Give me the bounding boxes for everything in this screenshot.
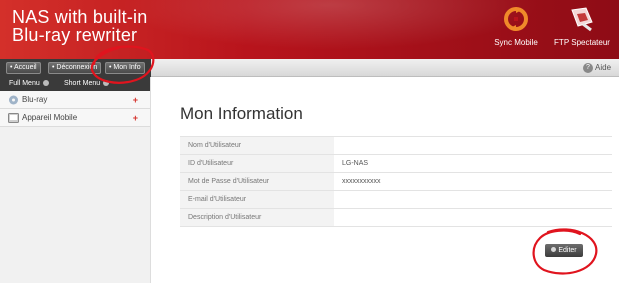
row-label: Description d'Utilisateur — [180, 209, 334, 226]
top-toolbar: • Accueil • Déconnexion • Mon Info ? Aide — [0, 59, 619, 77]
table-row: E-mail d'Utilisateur — [180, 191, 612, 209]
row-value: LG-NAS — [342, 160, 369, 167]
top-nav: • Accueil • Déconnexion • Mon Info — [0, 59, 151, 77]
row-value: xxxxxxxxxxx — [342, 178, 381, 185]
page-title: Mon Information — [180, 104, 303, 123]
ftp-viewer-icon — [571, 7, 593, 32]
disc-icon — [9, 95, 18, 105]
row-label: Nom d'Utilisateur — [180, 137, 334, 154]
sidebar-item-mobile-device[interactable]: Appareil Mobile + — [0, 109, 150, 127]
bullet-icon — [551, 247, 557, 253]
menu-tabs: Full Menu Short Menu — [0, 77, 150, 91]
table-row: Nom d'Utilisateur — [180, 137, 612, 155]
sidebar-item-label: Appareil Mobile — [22, 113, 78, 122]
ftp-viewer-label: FTP Spectateur — [554, 38, 610, 47]
row-label: ID d'Utilisateur — [180, 155, 334, 172]
expand-icon[interactable]: + — [133, 91, 138, 109]
home-link[interactable]: • Accueil — [6, 62, 41, 74]
help-label: Aide — [595, 63, 612, 72]
expand-icon[interactable]: + — [133, 109, 138, 127]
sync-icon — [504, 7, 528, 31]
ftp-viewer-button[interactable]: FTP Spectateur — [549, 6, 615, 54]
app-title-line1: NAS with built-in — [12, 7, 148, 27]
row-label: E-mail d'Utilisateur — [180, 191, 334, 208]
sync-mobile-button[interactable]: Sync Mobile — [488, 6, 544, 54]
edit-button[interactable]: Editer — [545, 244, 583, 257]
mobile-device-icon — [8, 113, 19, 123]
sync-mobile-label: Sync Mobile — [494, 38, 538, 47]
logout-link[interactable]: • Déconnexion — [48, 62, 102, 74]
radio-dot-icon — [42, 79, 49, 86]
tab-full-menu[interactable]: Full Menu — [9, 77, 49, 91]
table-row: ID d'Utilisateur LG-NAS — [180, 155, 612, 173]
tab-full-menu-label: Full Menu — [9, 80, 40, 87]
radio-dot-icon — [103, 79, 110, 86]
table-row: Mot de Passe d'Utilisateur xxxxxxxxxxx — [180, 173, 612, 191]
user-info-table: Nom d'Utilisateur ID d'Utilisateur LG-NA… — [180, 136, 612, 227]
tab-short-menu-label: Short Menu — [64, 80, 101, 87]
row-label: Mot de Passe d'Utilisateur — [180, 173, 334, 190]
sidebar-item-blu-ray[interactable]: Blu-ray + — [0, 91, 150, 109]
my-info-link[interactable]: • Mon Info — [105, 62, 145, 74]
app-header: NAS with built-in Blu-ray rewriter Sync … — [0, 0, 619, 59]
tab-short-menu[interactable]: Short Menu — [64, 77, 110, 91]
edit-button-label: Editer — [558, 247, 577, 254]
sidebar-item-label: Blu-ray — [22, 95, 48, 104]
app-title: NAS with built-in Blu-ray rewriter — [12, 8, 232, 44]
app-title-line2: Blu-ray rewriter — [12, 25, 138, 45]
table-row: Description d'Utilisateur — [180, 209, 612, 227]
help-link[interactable]: ? Aide — [583, 62, 611, 74]
sidebar: Full Menu Short Menu Blu-ray + Appareil … — [0, 77, 151, 283]
help-icon: ? — [583, 63, 593, 73]
